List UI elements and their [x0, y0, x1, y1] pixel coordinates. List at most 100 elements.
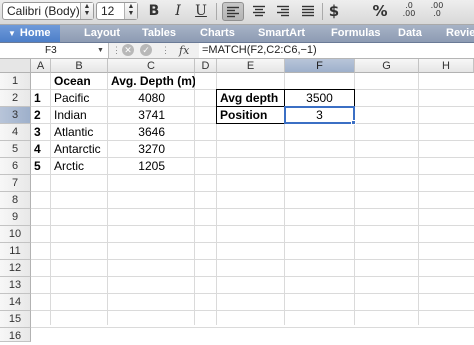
column-header-d[interactable]: D [195, 59, 217, 73]
percent-button[interactable]: % [371, 2, 389, 21]
formatting-toolbar: Calibri (Body) ▲ ▼ 12 ▲ ▼ B I U $ % .0 .00… [0, 0, 474, 25]
name-box-dropdown-icon[interactable]: ▼ [97, 47, 104, 54]
cell-c5[interactable]: 3270 [108, 141, 168, 158]
spreadsheet-grid[interactable]: A B C D E F G H 1 2 3 4 5 6 7 8 9 10 11 … [0, 59, 474, 342]
name-box[interactable]: F3 [0, 43, 109, 58]
column-header-f[interactable]: F [285, 59, 355, 73]
cell-e3[interactable]: Position [217, 107, 284, 124]
cell-a3[interactable]: 2 [31, 107, 51, 124]
bold-button[interactable]: B [145, 2, 163, 21]
font-name-select[interactable]: Calibri (Body) ▲ ▼ [2, 2, 94, 20]
column-header-h[interactable]: H [419, 59, 474, 73]
tab-layout[interactable]: Layout [84, 25, 120, 42]
row-header-11[interactable]: 11 [0, 243, 31, 260]
tab-charts[interactable]: Charts [200, 25, 235, 42]
active-cell-selection [284, 106, 355, 124]
column-header-c[interactable]: C [108, 59, 195, 73]
font-size-value: 12 [101, 4, 115, 18]
gridline [194, 73, 195, 325]
cancel-icon[interactable]: ✕ [122, 44, 134, 56]
row-header-16[interactable]: 16 [0, 328, 31, 342]
cell-b3[interactable]: Indian [51, 107, 108, 124]
cell-f2[interactable]: 3500 [285, 90, 354, 107]
formula-bar-grip-icon: ⋮ [112, 45, 121, 55]
row-header-5[interactable]: 5 [0, 141, 31, 158]
tab-home[interactable]: ▼ Home [0, 25, 61, 42]
cell-c4[interactable]: 3646 [108, 124, 168, 141]
column-header-g[interactable]: G [355, 59, 419, 73]
tab-smartart[interactable]: SmartArt [258, 25, 305, 42]
row-header-6[interactable]: 6 [0, 158, 31, 175]
formula-input[interactable]: =MATCH(F2,C2:C6,−1) [199, 43, 474, 58]
home-tab-arrow-icon: ▼ [8, 29, 16, 38]
cell-b1[interactable]: Ocean [51, 73, 108, 90]
row-header-3[interactable]: 3 [0, 107, 31, 124]
column-header-a[interactable]: A [31, 59, 51, 73]
row-header-12[interactable]: 12 [0, 260, 31, 277]
gridline [31, 259, 474, 260]
cell-a4[interactable]: 3 [31, 124, 51, 141]
select-all-corner[interactable] [0, 59, 31, 73]
toolbar-separator [322, 3, 323, 20]
decrease-decimal-button[interactable]: .00 .0 [426, 2, 448, 21]
cell-b2[interactable]: Pacific [51, 90, 108, 107]
gridline [31, 327, 474, 328]
cell-c3[interactable]: 3741 [108, 107, 168, 124]
increase-decimal-button[interactable]: .0 .00 [398, 2, 420, 21]
tab-formulas[interactable]: Formulas [331, 25, 381, 42]
name-box-value: F3 [45, 45, 57, 56]
justify-icon [302, 5, 314, 17]
gridline [31, 293, 474, 294]
justify-button[interactable] [298, 2, 318, 21]
row-header-15[interactable]: 15 [0, 311, 31, 328]
cell-c6[interactable]: 1205 [108, 158, 168, 175]
gridline [418, 73, 419, 325]
align-left-icon [227, 6, 239, 18]
font-size-select[interactable]: 12 ▲ ▼ [96, 2, 138, 20]
italic-button[interactable]: I [170, 2, 186, 21]
underline-button[interactable]: U [193, 2, 209, 21]
row-header-4[interactable]: 4 [0, 124, 31, 141]
insert-function-button[interactable]: fx [179, 43, 189, 58]
row-header-13[interactable]: 13 [0, 277, 31, 294]
gridline [31, 242, 474, 243]
toolbar-separator [216, 3, 217, 20]
font-name-stepper-icon[interactable]: ▲ ▼ [80, 3, 93, 19]
row-header-7[interactable]: 7 [0, 175, 31, 192]
gridline [31, 310, 474, 311]
cell-b4[interactable]: Atlantic [51, 124, 108, 141]
formula-bar: F3 ▼ ⋮ ✕ ✓ ⋮ fx =MATCH(F2,C2:C6,−1) [0, 43, 474, 59]
align-left-button[interactable] [222, 2, 244, 21]
gridline [31, 208, 474, 209]
cell-e2[interactable]: Avg depth [217, 90, 284, 107]
formula-bar-grip-icon: ⋮ [161, 45, 170, 55]
tab-review[interactable]: Review [446, 25, 474, 42]
font-name-value: Calibri (Body) [7, 4, 80, 18]
align-right-button[interactable] [273, 2, 293, 21]
gridline [31, 276, 474, 277]
column-header-b[interactable]: B [51, 59, 108, 73]
row-header-8[interactable]: 8 [0, 192, 31, 209]
cell-c1[interactable]: Avg. Depth (m) [108, 73, 195, 90]
enter-icon[interactable]: ✓ [140, 44, 152, 56]
ribbon-tabs: ▼ Home Layout Tables Charts SmartArt Form… [0, 25, 474, 43]
cell-a6[interactable]: 5 [31, 158, 51, 175]
currency-button[interactable]: $ [327, 2, 341, 21]
tab-tables[interactable]: Tables [142, 25, 176, 42]
cell-c2[interactable]: 4080 [108, 90, 168, 107]
row-header-10[interactable]: 10 [0, 226, 31, 243]
align-center-button[interactable] [249, 2, 269, 21]
tab-data[interactable]: Data [398, 25, 422, 42]
cell-a2[interactable]: 1 [31, 90, 51, 107]
row-header-9[interactable]: 9 [0, 209, 31, 226]
cell-b6[interactable]: Arctic [51, 158, 108, 175]
font-size-stepper-icon[interactable]: ▲ ▼ [124, 3, 137, 19]
column-header-e[interactable]: E [217, 59, 285, 73]
align-right-icon [277, 5, 289, 17]
cell-b5[interactable]: Antarctic [51, 141, 108, 158]
row-header-14[interactable]: 14 [0, 294, 31, 311]
row-header-1[interactable]: 1 [0, 73, 31, 90]
row-header-2[interactable]: 2 [0, 90, 31, 107]
fill-handle[interactable] [351, 120, 356, 125]
cell-a5[interactable]: 4 [31, 141, 51, 158]
